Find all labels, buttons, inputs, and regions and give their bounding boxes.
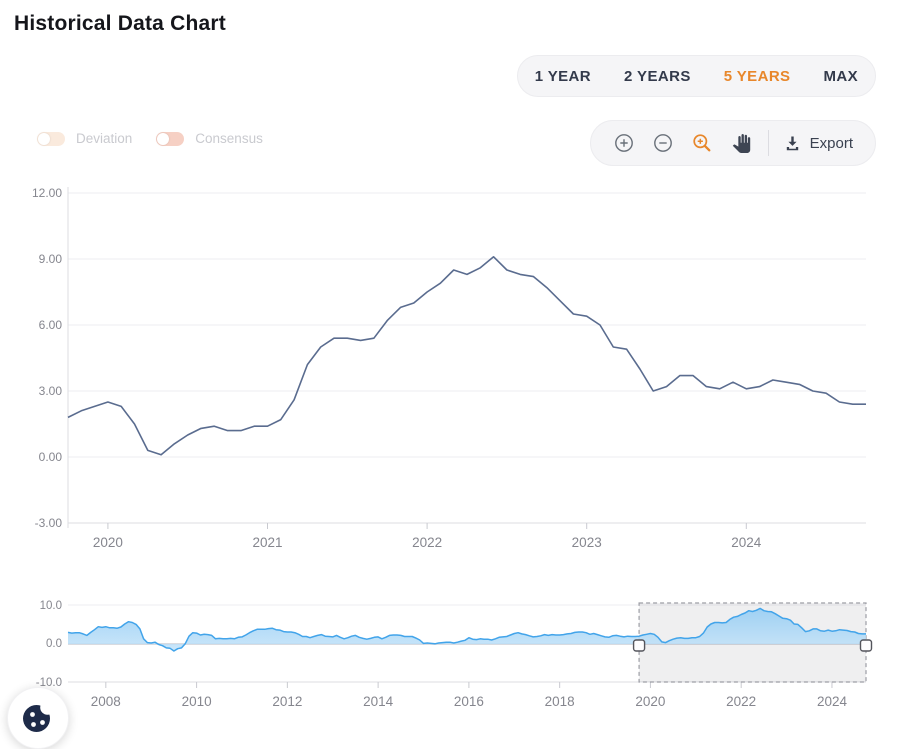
main-x-tick-label: 2022: [412, 535, 442, 550]
main-series-line: [68, 257, 866, 455]
main-chart: 12.00 9.00 6.00 3.00 0.00 -3.00 2020 2021 2022 20…: [32, 186, 866, 550]
nav-handle-left[interactable]: [634, 640, 645, 651]
main-x-tick-label: 2023: [572, 535, 602, 550]
nav-x-tick-label: 2008: [91, 694, 121, 709]
nav-x-tick-label: 2018: [545, 694, 575, 709]
charts-canvas: 12.00 9.00 6.00 3.00 0.00 -3.00 2020 2021 2022 20…: [0, 0, 898, 748]
main-x-tick-label: 2024: [731, 535, 762, 550]
main-x-tick-label: 2021: [252, 535, 282, 550]
nav-x-tick-label: 2022: [726, 694, 756, 709]
nav-handle-right[interactable]: [861, 640, 872, 651]
main-y-tick-label: 12.00: [32, 186, 62, 200]
nav-x-tick-label: 2020: [635, 694, 665, 709]
nav-y-tick-label: 10.0: [40, 600, 62, 612]
cookie-icon: [20, 700, 56, 736]
nav-x-tick-label: 2014: [363, 694, 394, 709]
navigator-chart: 10.00.0-10.02008201020122014201620182020…: [36, 600, 872, 709]
nav-x-tick-label: 2016: [454, 694, 484, 709]
main-y-tick-label: 6.00: [39, 318, 63, 332]
main-y-tick-label: 9.00: [39, 252, 63, 266]
nav-x-tick-label: 2010: [182, 694, 212, 709]
cookie-consent-button[interactable]: [7, 687, 69, 749]
nav-x-tick-label: 2012: [272, 694, 302, 709]
nav-x-tick-label: 2024: [817, 694, 848, 709]
main-y-tick-label: 0.00: [39, 450, 63, 464]
main-y-tick-label: -3.00: [35, 516, 63, 530]
main-x-tick-label: 2020: [93, 535, 123, 550]
main-y-tick-label: 3.00: [39, 384, 63, 398]
nav-y-tick-label: 0.0: [46, 638, 62, 650]
